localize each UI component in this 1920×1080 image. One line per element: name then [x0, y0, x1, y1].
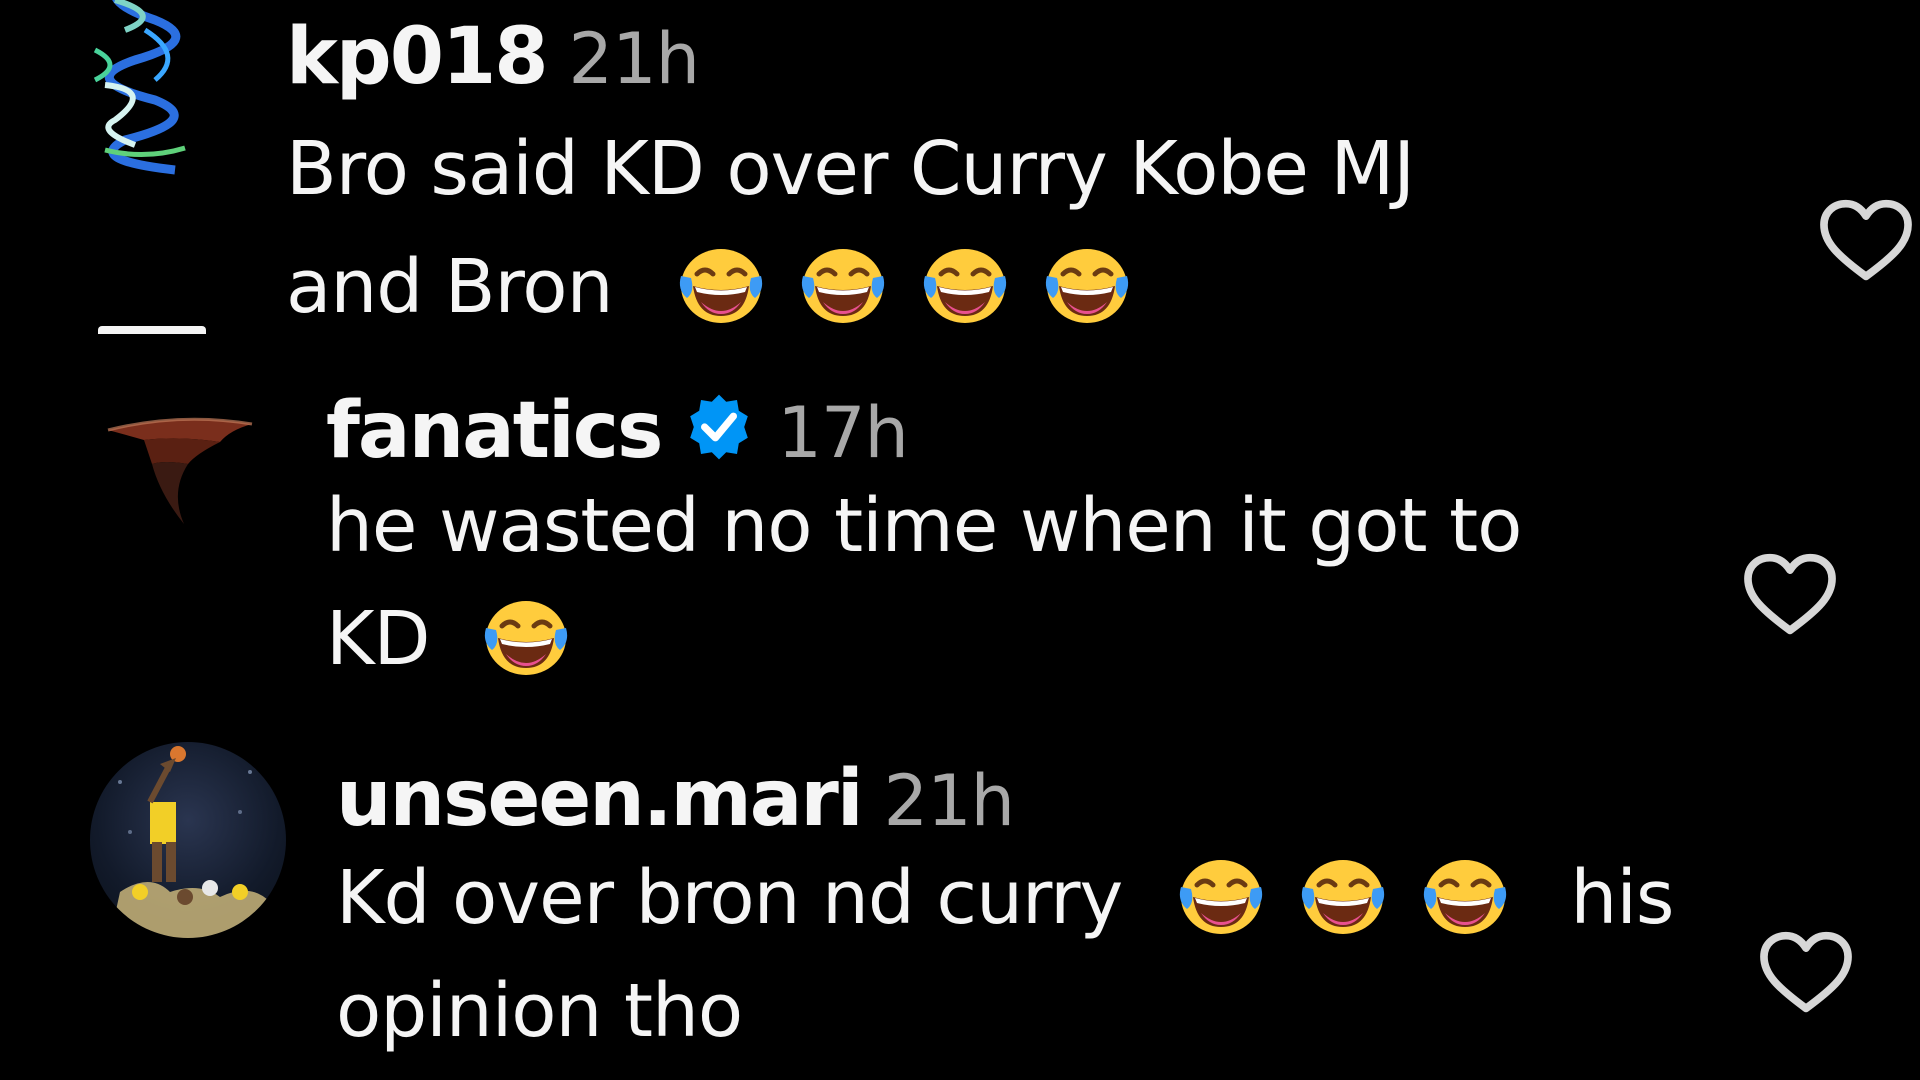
username-link[interactable]: fanatics: [326, 386, 663, 476]
timestamp[interactable]: 21h: [569, 18, 700, 100]
comment-item: kp018 21h Bro said KD over Curry Kobe MJ…: [0, 0, 1920, 334]
comment-item: fanatics 17h he wasted no time when it g…: [0, 334, 1920, 704]
timestamp[interactable]: 21h: [884, 760, 1015, 842]
fanatics-logo-avatar[interactable]: [100, 404, 260, 544]
comment-text-line: opinion tho: [336, 968, 743, 1054]
neon-squiggle-avatar[interactable]: [35, 0, 225, 220]
face-with-tears-of-joy-icon: [1177, 855, 1265, 935]
timestamp[interactable]: 17h: [777, 392, 908, 474]
comment-header: fanatics 17h: [326, 386, 1521, 476]
comment-body: fanatics 17h he wasted no time when it g…: [326, 386, 1522, 696]
comment-header: kp018 21h: [286, 12, 1414, 102]
basketball-dunk-photo-avatar[interactable]: [90, 742, 286, 938]
verified-badge-icon: [690, 394, 749, 460]
comment-text-line: KD: [326, 583, 1521, 696]
comment-text-line: Kd over bron nd curry his: [336, 842, 1674, 955]
username-link[interactable]: unseen.mari: [336, 754, 864, 844]
comment-text: Bro said KD over Curry Kobe MJ and Bron: [286, 110, 1415, 346]
face-with-tears-of-joy-icon: [799, 244, 887, 324]
heart-outline-icon[interactable]: [1742, 552, 1838, 638]
comment-text-line: Bro said KD over Curry Kobe MJ: [286, 126, 1415, 212]
comment-text: Kd over bron nd curry his opinion tho: [336, 842, 1674, 1068]
comment-body: unseen.mari 21h Kd over bron nd curry hi…: [336, 754, 1674, 1068]
face-with-tears-of-joy-icon: [921, 244, 1009, 324]
username-link[interactable]: kp018: [286, 12, 549, 102]
face-with-tears-of-joy-icon: [482, 596, 570, 676]
comment-text-line: he wasted no time when it got to: [326, 483, 1522, 569]
comment-body: kp018 21h Bro said KD over Curry Kobe MJ…: [286, 12, 1415, 346]
comment-header: unseen.mari 21h: [336, 754, 1673, 844]
face-with-tears-of-joy-icon: [1299, 855, 1387, 935]
reply-thread-line: [98, 326, 206, 334]
comment-text-fragment: Kd over bron nd curry: [336, 855, 1123, 941]
heart-outline-icon[interactable]: [1818, 198, 1914, 284]
heart-outline-icon[interactable]: [1758, 930, 1854, 1016]
comment-text-fragment: his: [1570, 855, 1674, 941]
comment-text: he wasted no time when it got to KD: [326, 470, 1522, 696]
comment-text-fragment: KD: [326, 596, 431, 682]
face-with-tears-of-joy-icon: [677, 244, 765, 324]
comment-text-fragment: and Bron: [286, 244, 613, 330]
comment-item: unseen.mari 21h Kd over bron nd curry hi…: [0, 704, 1920, 1080]
face-with-tears-of-joy-icon: [1421, 855, 1509, 935]
comment-text-line: and Bron: [286, 228, 1414, 346]
face-with-tears-of-joy-icon: [1043, 244, 1131, 324]
